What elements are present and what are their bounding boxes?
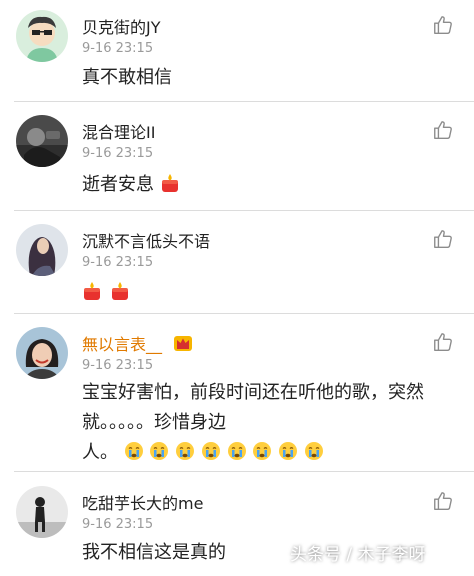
divider	[14, 101, 474, 102]
vip-crown-icon	[174, 336, 193, 351]
timestamp: 9-16 23:15	[82, 255, 154, 270]
comment-text: 宝宝好害怕，前段时间还在听他的歌，突然 就。。。。。珍惜身边 人。	[82, 378, 424, 468]
watermark: 头条号 / 木子李呀	[290, 545, 426, 565]
crying-face-emoji-icon	[201, 441, 221, 461]
crying-face-emoji-icon	[227, 441, 247, 461]
divider	[14, 471, 474, 472]
crying-face-emoji-icon	[175, 441, 195, 461]
timestamp: 9-16 23:15	[82, 146, 154, 161]
comment-text-line-emoji: 人。	[82, 438, 424, 468]
crying-face-emoji-icon	[124, 441, 144, 461]
candle-emoji-icon	[110, 281, 130, 301]
like-icon[interactable]	[432, 228, 454, 250]
comment-text	[82, 278, 130, 308]
comment-text-content: 逝者安息	[82, 174, 154, 195]
comment-text-line: 人。	[82, 442, 118, 463]
crying-face-emoji-icon	[252, 441, 272, 461]
username[interactable]: 吃甜芋长大的me	[82, 490, 203, 514]
avatar[interactable]	[16, 327, 68, 379]
like-icon[interactable]	[432, 119, 454, 141]
crying-face-emoji-icon	[304, 441, 324, 461]
comment-text-line: 就。。。。。珍惜身边	[82, 412, 226, 433]
timestamp: 9-16 23:15	[82, 41, 154, 56]
username[interactable]: 無以言表__	[82, 331, 193, 355]
timestamp: 9-16 23:15	[82, 517, 154, 532]
username[interactable]: 混合理论II	[82, 119, 155, 143]
comment-text: 我不相信这是真的	[82, 542, 226, 563]
crying-face-emoji-icon	[149, 441, 169, 461]
timestamp: 9-16 23:15	[82, 358, 154, 373]
like-icon[interactable]	[432, 14, 454, 36]
username[interactable]: 贝克街的JY	[82, 14, 161, 38]
divider	[14, 313, 474, 314]
crying-face-emoji-icon	[278, 441, 298, 461]
comment-item: 贝克街的JY 9-16 23:15 真不敢相信	[0, 0, 474, 115]
comment-text: 真不敢相信	[82, 67, 172, 88]
candle-emoji-icon	[82, 281, 102, 301]
username-text: 無以言表__	[82, 335, 163, 354]
avatar[interactable]	[16, 10, 68, 62]
comment-text: 逝者安息	[82, 170, 180, 200]
avatar[interactable]	[16, 224, 68, 276]
like-icon[interactable]	[432, 331, 454, 353]
like-icon[interactable]	[432, 490, 454, 512]
avatar[interactable]	[16, 115, 68, 167]
candle-emoji-icon	[160, 173, 180, 193]
username[interactable]: 沉默不言低头不语	[82, 228, 210, 252]
divider	[14, 210, 474, 211]
avatar[interactable]	[16, 486, 68, 538]
comment-text-line: 宝宝好害怕，前段时间还在听他的歌，突然	[82, 382, 424, 403]
